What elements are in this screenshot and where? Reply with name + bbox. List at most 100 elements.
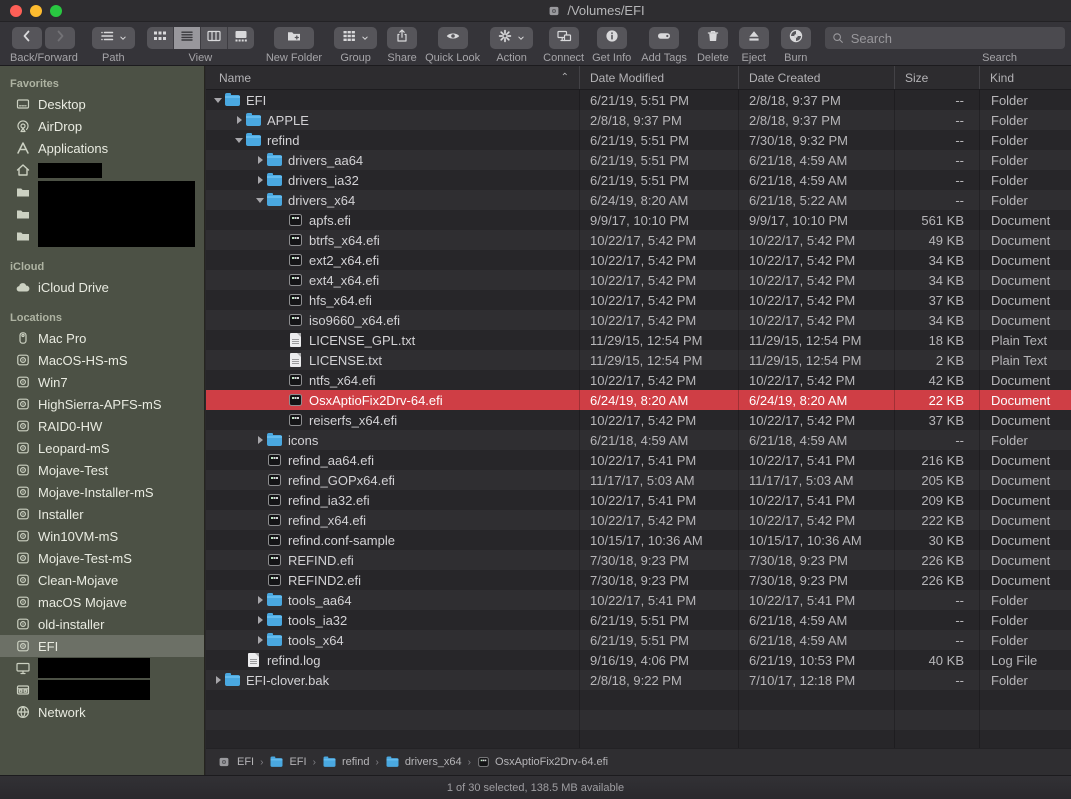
view-icons-button[interactable] [146, 27, 173, 49]
disclosure-collapsed-icon[interactable] [233, 116, 245, 124]
path-item-efi[interactable]: EFI [269, 755, 307, 768]
file-row-refind-log[interactable]: refind.log 9/16/19, 4:06 PM 6/21/19, 10:53… [206, 650, 1071, 670]
disclosure-collapsed-icon[interactable] [212, 676, 224, 684]
sidebar-item-redacted[interactable] [0, 159, 204, 181]
file-row-drivers-aa64[interactable]: drivers_aa64 6/21/19, 5:51 PM 6/21/18, 4:5… [206, 150, 1071, 170]
disclosure-expanded-icon[interactable] [212, 97, 224, 103]
view-columns-button[interactable] [200, 27, 227, 49]
file-row-refind-conf-sample[interactable]: refind.conf-sample 10/15/17, 10:36 AM 10/1… [206, 530, 1071, 550]
forward-button[interactable] [45, 27, 76, 49]
sidebar-item-mac-pro[interactable]: Mac Pro [0, 327, 204, 349]
file-row-drivers-ia32[interactable]: drivers_ia32 6/21/19, 5:51 PM 6/21/18, 4:5… [206, 170, 1071, 190]
disclosure-collapsed-icon[interactable] [254, 176, 266, 184]
sidebar-item-icloud-drive[interactable]: iCloud Drive [0, 276, 204, 298]
disclosure-expanded-icon[interactable] [233, 137, 245, 143]
disclosure-collapsed-icon[interactable] [254, 596, 266, 604]
sidebar-item-mojave-installer-ms[interactable]: Mojave-Installer-mS [0, 481, 204, 503]
file-row-tools-ia32[interactable]: tools_ia32 6/21/19, 5:51 PM 6/21/18, 4:59 … [206, 610, 1071, 630]
file-row-btrfs-x64-efi[interactable]: btrfs_x64.efi 10/22/17, 5:42 PM 10/22/17, … [206, 230, 1071, 250]
file-row-efi[interactable]: EFI 6/21/19, 5:51 PM 2/8/18, 9:37 PM -- Fold… [206, 90, 1071, 110]
file-row-refind-gopx64-efi[interactable]: refind_GOPx64.efi 11/17/17, 5:03 AM 11/17/… [206, 470, 1071, 490]
file-row-tools-x64[interactable]: tools_x64 6/21/19, 5:51 PM 6/21/18, 4:59 A… [206, 630, 1071, 650]
file-row-hfs-x64-efi[interactable]: hfs_x64.efi 10/22/17, 5:42 PM 10/22/17, 5:… [206, 290, 1071, 310]
sidebar-item-redacted[interactable] [0, 657, 204, 679]
action-button[interactable] [490, 27, 534, 49]
sidebar-item-raid0-hw[interactable]: RAID0-HW [0, 415, 204, 437]
path-item-osxaptiofix2drv-64-efi[interactable]: OsxAptioFix2Drv-64.efi [477, 756, 608, 768]
disclosure-collapsed-icon[interactable] [254, 636, 266, 644]
sidebar-item-redacted[interactable] [0, 679, 204, 701]
get-info-button[interactable] [596, 27, 627, 49]
file-row-refind-efi[interactable]: REFIND.efi 7/30/18, 9:23 PM 7/30/18, 9:23 … [206, 550, 1071, 570]
sidebar-item-installer[interactable]: Installer [0, 503, 204, 525]
disclosure-collapsed-icon[interactable] [254, 436, 266, 444]
view-list-button[interactable] [173, 27, 200, 49]
file-row-tools-aa64[interactable]: tools_aa64 10/22/17, 5:41 PM 10/22/17, 5:4… [206, 590, 1071, 610]
file-row-reiserfs-x64-efi[interactable]: reiserfs_x64.efi 10/22/17, 5:42 PM 10/22/1… [206, 410, 1071, 430]
sidebar-item-win10vm-ms[interactable]: Win10VM-mS [0, 525, 204, 547]
file-row-refind2-efi[interactable]: REFIND2.efi 7/30/18, 9:23 PM 7/30/18, 9:23… [206, 570, 1071, 590]
sidebar-item-efi[interactable]: EFI [0, 635, 204, 657]
path-item-efi[interactable]: EFI [216, 754, 254, 770]
file-row-apple[interactable]: APPLE 2/8/18, 9:37 PM 2/8/18, 9:37 PM -- Fol… [206, 110, 1071, 130]
file-row-refind[interactable]: refind 6/21/19, 5:51 PM 7/30/18, 9:32 PM --… [206, 130, 1071, 150]
file-row-ntfs-x64-efi[interactable]: ntfs_x64.efi 10/22/17, 5:42 PM 10/22/17, 5… [206, 370, 1071, 390]
file-row-apfs-efi[interactable]: apfs.efi 9/9/17, 10:10 PM 9/9/17, 10:10 PM… [206, 210, 1071, 230]
disclosure-collapsed-icon[interactable] [254, 156, 266, 164]
sidebar-item-airdrop[interactable]: AirDrop [0, 115, 204, 137]
sidebar-item-mojave-test-ms[interactable]: Mojave-Test-mS [0, 547, 204, 569]
sidebar-item-highsierra-apfs-ms[interactable]: HighSierra-APFS-mS [0, 393, 204, 415]
minimize-button[interactable] [30, 5, 42, 17]
add-tags-button[interactable] [649, 27, 680, 49]
path-item-drivers-x64[interactable]: drivers_x64 [385, 755, 462, 768]
connect-button[interactable] [548, 27, 579, 49]
sidebar-item-redacted[interactable] [0, 181, 204, 203]
sidebar-item-network[interactable]: Network [0, 701, 204, 723]
file-row-license-gpl-txt[interactable]: LICENSE_GPL.txt 11/29/15, 12:54 PM 11/29/1… [206, 330, 1071, 350]
sidebar-item-macos-hs-ms[interactable]: MacOS-HS-mS [0, 349, 204, 371]
sidebar-item-clean-mojave[interactable]: Clean-Mojave [0, 569, 204, 591]
disclosure-collapsed-icon[interactable] [254, 616, 266, 624]
file-row-ext2-x64-efi[interactable]: ext2_x64.efi 10/22/17, 5:42 PM 10/22/17, 5… [206, 250, 1071, 270]
file-row-refind-x64-efi[interactable]: refind_x64.efi 10/22/17, 5:42 PM 10/22/17,… [206, 510, 1071, 530]
path-item-refind[interactable]: refind [322, 755, 369, 768]
search-input[interactable] [848, 29, 1059, 47]
sidebar-item-redacted[interactable] [0, 225, 204, 247]
sidebar-item-desktop[interactable]: Desktop [0, 93, 204, 115]
file-row-refind-ia32-efi[interactable]: refind_ia32.efi 10/22/17, 5:41 PM 10/22/17… [206, 490, 1071, 510]
new-folder-button[interactable] [273, 27, 314, 49]
back-button[interactable] [12, 27, 43, 49]
sidebar-item-redacted[interactable] [0, 203, 204, 225]
file-row-icons[interactable]: icons 6/21/18, 4:59 AM 6/21/18, 4:59 AM -- F… [206, 430, 1071, 450]
column-header-kind[interactable]: Kind [979, 66, 1071, 89]
search-field[interactable] [824, 27, 1065, 49]
path-button[interactable] [91, 27, 135, 49]
file-row-ext4-x64-efi[interactable]: ext4_x64.efi 10/22/17, 5:42 PM 10/22/17, 5… [206, 270, 1071, 290]
delete-button[interactable] [697, 27, 728, 49]
file-row-efi-clover-bak[interactable]: EFI-clover.bak 2/8/18, 9:22 PM 7/10/17, 12… [206, 670, 1071, 690]
column-header-date-modified[interactable]: Date Modified [579, 66, 738, 89]
sidebar-item-macos-mojave[interactable]: macOS Mojave [0, 591, 204, 613]
file-row-license-txt[interactable]: LICENSE.txt 11/29/15, 12:54 PM 11/29/15, 1… [206, 350, 1071, 370]
group-button[interactable] [334, 27, 378, 49]
burn-button[interactable] [780, 27, 811, 49]
file-row-osxaptiofix2drv-64-efi[interactable]: OsxAptioFix2Drv-64.efi 6/24/19, 8:20 AM 6/… [206, 390, 1071, 410]
close-button[interactable] [10, 5, 22, 17]
sidebar-item-old-installer[interactable]: old-installer [0, 613, 204, 635]
sidebar-item-win7[interactable]: Win7 [0, 371, 204, 393]
disclosure-expanded-icon[interactable] [254, 197, 266, 203]
file-row-drivers-x64[interactable]: drivers_x64 6/24/19, 8:20 AM 6/21/18, 5:22… [206, 190, 1071, 210]
file-row-iso9660-x64-efi[interactable]: iso9660_x64.efi 10/22/17, 5:42 PM 10/22/17… [206, 310, 1071, 330]
view-gallery-button[interactable] [227, 27, 254, 49]
share-button[interactable] [387, 27, 418, 49]
column-header-date-created[interactable]: Date Created [738, 66, 894, 89]
eject-button[interactable] [738, 27, 769, 49]
sidebar-item-applications[interactable]: Applications [0, 137, 204, 159]
zoom-button[interactable] [50, 5, 62, 17]
column-header-name[interactable]: Name ⌃ [206, 66, 579, 89]
sidebar-item-mojave-test[interactable]: Mojave-Test [0, 459, 204, 481]
quick-look-button[interactable] [437, 27, 468, 49]
column-header-size[interactable]: Size [894, 66, 979, 89]
sidebar-item-leopard-ms[interactable]: Leopard-mS [0, 437, 204, 459]
file-row-refind-aa64-efi[interactable]: refind_aa64.efi 10/22/17, 5:41 PM 10/22/17… [206, 450, 1071, 470]
